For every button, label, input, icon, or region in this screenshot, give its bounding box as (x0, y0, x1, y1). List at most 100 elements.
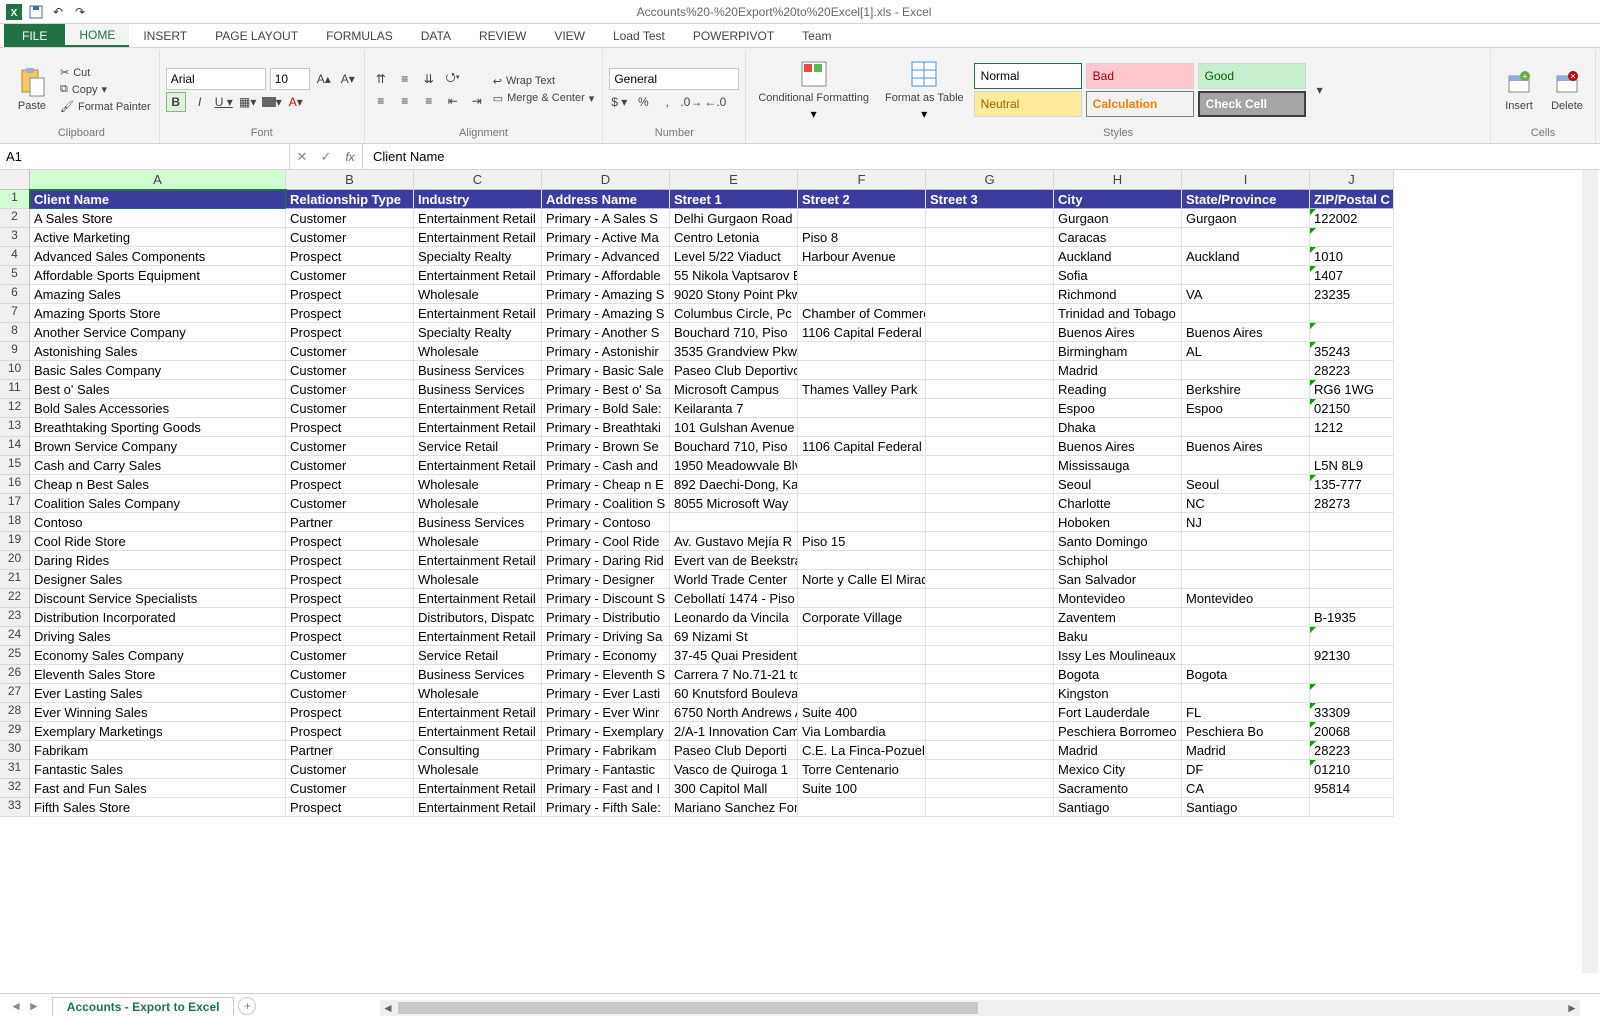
cell[interactable] (926, 456, 1054, 475)
cell[interactable]: Prospect (286, 722, 414, 741)
style-normal[interactable]: Normal (974, 63, 1082, 89)
cell[interactable]: Business Services (414, 361, 542, 380)
cell[interactable] (1310, 798, 1394, 817)
cell[interactable]: 101 Gulshan Avenue (670, 418, 798, 437)
prev-sheet-icon[interactable]: ◄ (10, 999, 22, 1013)
cell[interactable]: Sacramento (1054, 779, 1182, 798)
cell[interactable] (926, 760, 1054, 779)
cell[interactable]: 300 Capitol Mall (670, 779, 798, 798)
cell[interactable]: Eleventh Sales Store (30, 665, 286, 684)
cell[interactable]: CA (1182, 779, 1310, 798)
cell[interactable]: World Trade Center (670, 570, 798, 589)
row-header[interactable]: 15 (0, 456, 30, 475)
italic-button[interactable]: I (190, 92, 210, 112)
comma-icon[interactable]: , (657, 92, 677, 112)
cell[interactable]: Ever Winning Sales (30, 703, 286, 722)
cell[interactable]: Espoo (1054, 399, 1182, 418)
cell[interactable]: Partner (286, 741, 414, 760)
sheet-tab-active[interactable]: Accounts - Export to Excel (52, 997, 235, 1016)
cell[interactable] (1310, 570, 1394, 589)
cell[interactable]: Primary - Breathtaki (542, 418, 670, 437)
cell[interactable]: Madrid (1054, 741, 1182, 760)
cell[interactable]: Zaventem (1054, 608, 1182, 627)
cell[interactable]: Caracas (1054, 228, 1182, 247)
styles-more-icon[interactable]: ▾ (1310, 80, 1330, 100)
cell[interactable]: Buenos Aires (1182, 437, 1310, 456)
cell[interactable]: Primary - Discount S (542, 589, 670, 608)
cell[interactable] (926, 342, 1054, 361)
row-header[interactable]: 17 (0, 494, 30, 513)
cell[interactable]: Entertainment Retail (414, 779, 542, 798)
cell[interactable]: 1212 (1310, 418, 1394, 437)
cell[interactable] (798, 646, 926, 665)
cell[interactable]: Bogota (1182, 665, 1310, 684)
scroll-left-icon[interactable]: ◄ (380, 1001, 396, 1015)
cell[interactable] (1182, 361, 1310, 380)
cell[interactable]: Distributors, Dispatc (414, 608, 542, 627)
row-header[interactable]: 24 (0, 627, 30, 646)
cell[interactable] (926, 228, 1054, 247)
cell[interactable]: Contoso (30, 513, 286, 532)
cell[interactable]: Keilaranta 7 (670, 399, 798, 418)
style-good[interactable]: Good (1198, 63, 1306, 89)
cell[interactable]: Piso 15 (798, 532, 926, 551)
cell[interactable]: Primary - Fabrikam (542, 741, 670, 760)
cell[interactable]: Entertainment Retail (414, 418, 542, 437)
cell[interactable] (926, 266, 1054, 285)
col-header[interactable]: J (1310, 170, 1394, 190)
indent-increase-icon[interactable]: ⇥ (467, 91, 487, 111)
cell[interactable] (798, 589, 926, 608)
header-cell[interactable]: City (1054, 190, 1182, 209)
fx-icon[interactable]: fx (338, 150, 362, 164)
col-header[interactable]: F (798, 170, 926, 190)
next-sheet-icon[interactable]: ► (28, 999, 40, 1013)
cancel-formula-icon[interactable]: ✕ (290, 149, 314, 165)
cell[interactable]: 28273 (1310, 494, 1394, 513)
style-calculation[interactable]: Calculation (1086, 91, 1194, 117)
cell[interactable]: Av. Gustavo Mejía R (670, 532, 798, 551)
cell[interactable]: L5N 8L9 (1310, 456, 1394, 475)
cell[interactable] (926, 551, 1054, 570)
cell[interactable] (1310, 513, 1394, 532)
cell[interactable]: Paseo Club Deporti (670, 741, 798, 760)
cell[interactable]: Wholesale (414, 475, 542, 494)
cell[interactable]: San Salvador (1054, 570, 1182, 589)
decrease-font-icon[interactable]: A▾ (338, 69, 358, 89)
cell[interactable]: Business Services (414, 380, 542, 399)
cell[interactable] (926, 361, 1054, 380)
cell[interactable]: Specialty Realty (414, 323, 542, 342)
tab-review[interactable]: REVIEW (465, 24, 540, 47)
cell[interactable]: AL (1182, 342, 1310, 361)
select-all-corner[interactable] (0, 170, 30, 190)
cell[interactable] (926, 703, 1054, 722)
cell[interactable]: Charlotte (1054, 494, 1182, 513)
row-header[interactable]: 32 (0, 779, 30, 798)
cell[interactable]: Wholesale (414, 760, 542, 779)
cell[interactable]: Harbour Avenue (798, 247, 926, 266)
cell[interactable] (798, 494, 926, 513)
cell[interactable]: Primary - Brown Se (542, 437, 670, 456)
cell[interactable] (926, 741, 1054, 760)
cell[interactable]: 60 Knutsford Boulevard (670, 684, 798, 703)
tab-view[interactable]: VIEW (540, 24, 599, 47)
cell[interactable]: Buenos Aires (1054, 323, 1182, 342)
cell[interactable]: Primary - Amazing S (542, 285, 670, 304)
cell[interactable]: 6750 North Andrews Avenue (670, 703, 798, 722)
cell[interactable]: Seoul (1054, 475, 1182, 494)
row-header[interactable]: 6 (0, 285, 30, 304)
row-header[interactable]: 8 (0, 323, 30, 342)
cell[interactable]: 01210 (1310, 760, 1394, 779)
cell[interactable] (926, 494, 1054, 513)
header-cell[interactable]: Street 2 (798, 190, 926, 209)
cell[interactable]: 135-777 (1310, 475, 1394, 494)
style-check-cell[interactable]: Check Cell (1198, 91, 1306, 117)
row-header[interactable]: 9 (0, 342, 30, 361)
cell[interactable]: Brown Service Company (30, 437, 286, 456)
cell[interactable] (1182, 304, 1310, 323)
cell[interactable]: Entertainment Retail (414, 722, 542, 741)
cell[interactable] (926, 722, 1054, 741)
cell[interactable] (926, 684, 1054, 703)
cell[interactable]: Prospect (286, 323, 414, 342)
tab-file[interactable]: FILE (4, 24, 65, 47)
cell[interactable]: Reading (1054, 380, 1182, 399)
